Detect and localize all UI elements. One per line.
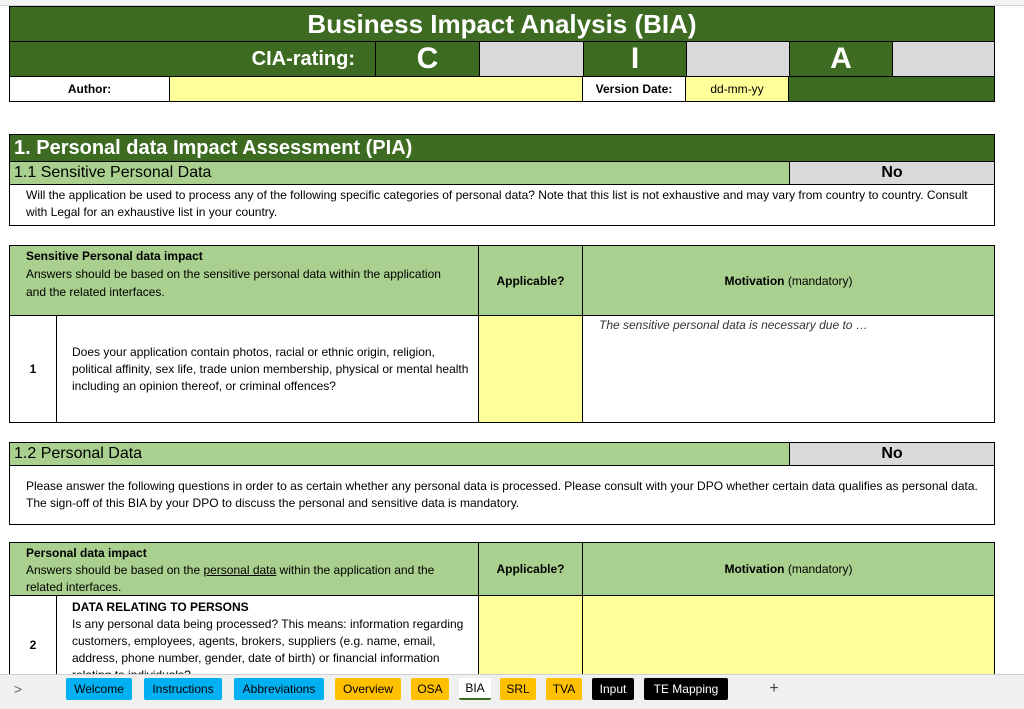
tab-welcome[interactable]: Welcome [66, 678, 132, 700]
table1-row-number: 1 [9, 315, 57, 423]
tab-abbreviations[interactable]: Abbreviations [234, 678, 324, 700]
tab-te-mapping[interactable]: TE Mapping [644, 678, 728, 700]
cia-c-value[interactable] [479, 41, 584, 77]
table2-motivation-suffix: (mandatory) [787, 562, 853, 576]
tab-osa[interactable]: OSA [411, 678, 449, 700]
table1-row-question-text: Does your application contain photos, ra… [72, 344, 469, 393]
version-date-field[interactable]: dd-mm-yy [685, 76, 789, 102]
tab-instructions[interactable]: Instructions [144, 678, 222, 700]
table2-header-title: Personal data impact [26, 546, 147, 560]
author-field[interactable] [169, 76, 583, 102]
cia-a-cell: A [789, 41, 893, 77]
sheet-nav-arrow[interactable]: > [8, 678, 28, 700]
page-title: Business Impact Analysis (BIA) [9, 6, 995, 42]
tab-overview[interactable]: Overview [335, 678, 401, 700]
table1-motivation-label: Motivation [724, 273, 785, 288]
version-date-label: Version Date: [582, 76, 686, 102]
table1-header-title: Sensitive Personal data impact [26, 249, 203, 263]
personal-data-description: Please answer the following questions in… [9, 465, 995, 525]
tab-srl[interactable]: SRL [500, 678, 536, 700]
sensitive-data-heading: 1.1 Sensitive Personal Data [9, 161, 790, 185]
table2-desc-link[interactable]: personal data [203, 563, 276, 577]
table1-motivation-suffix: (mandatory) [787, 273, 853, 288]
cia-label: CIA-rating: [9, 41, 376, 77]
table2-motivation-header: Motivation (mandatory) [582, 542, 995, 596]
author-label: Author: [9, 76, 170, 102]
table1-row-applicable[interactable] [478, 315, 583, 423]
cia-c-cell: C [375, 41, 480, 77]
personal-data-description-text: Please answer the following questions in… [26, 479, 978, 510]
tab-input[interactable]: Input [592, 678, 634, 700]
table1-header-description: Answers should be based on the sensitive… [26, 267, 441, 299]
tab-tva[interactable]: TVA [546, 678, 582, 700]
sensitive-data-answer[interactable]: No [789, 161, 995, 185]
table1-row-question: Does your application contain photos, ra… [56, 315, 479, 423]
personal-data-answer[interactable]: No [789, 442, 995, 466]
tab-bia[interactable]: BIA [459, 678, 491, 700]
add-sheet-icon[interactable]: + [764, 678, 784, 700]
table1-row-motivation[interactable]: The sensitive personal data is necessary… [582, 315, 995, 423]
personal-data-heading: 1.2 Personal Data [9, 442, 790, 466]
table2-header-description: Answers should be based on the personal … [26, 562, 462, 595]
table2-applicable-header: Applicable? [478, 542, 583, 596]
table1-header: Sensitive Personal data impact Answers s… [9, 245, 479, 316]
cia-i-cell: I [583, 41, 687, 77]
table2-desc-before: Answers should be based on the [26, 563, 204, 577]
table2-header: Personal data impact Answers should be b… [9, 542, 479, 596]
table2-motivation-label: Motivation [724, 562, 785, 576]
table1-applicable-header: Applicable? [478, 245, 583, 316]
cia-a-value[interactable] [892, 41, 995, 77]
section1-title: 1. Personal data Impact Assessment (PIA) [9, 134, 995, 162]
sensitive-data-description: Will the application be used to process … [9, 184, 995, 226]
cia-i-value[interactable] [686, 41, 790, 77]
table1-motivation-header: Motivation (mandatory) [582, 245, 995, 316]
table2-row-title: DATA RELATING TO PERSONS [72, 600, 249, 614]
version-filler [788, 76, 995, 102]
